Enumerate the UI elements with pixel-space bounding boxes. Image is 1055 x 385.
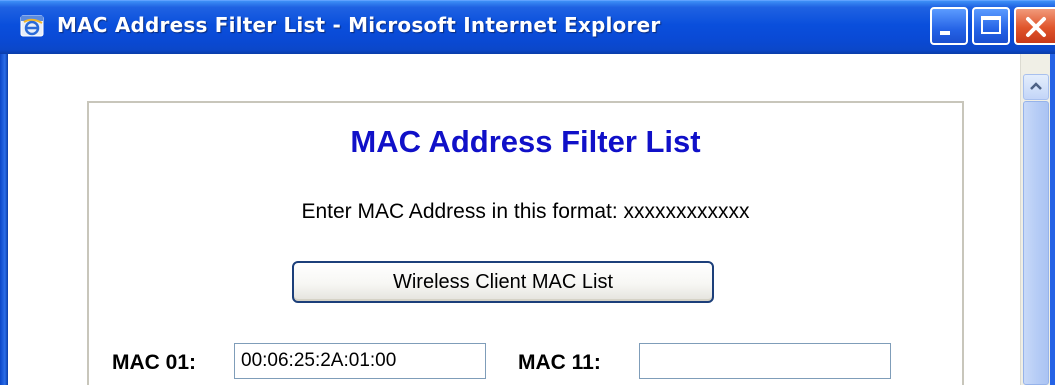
close-icon — [1026, 17, 1046, 37]
title-bar[interactable]: MAC Address Filter List - Microsoft Inte… — [0, 0, 1055, 54]
minimize-button[interactable] — [930, 7, 968, 45]
scrollbar-thumb[interactable] — [1023, 101, 1049, 385]
ie-popup-window: MAC Address Filter List - Microsoft Inte… — [0, 0, 1055, 385]
window-title: MAC Address Filter List - Microsoft Inte… — [57, 13, 661, 37]
maximize-icon — [981, 16, 1001, 34]
close-button[interactable] — [1014, 7, 1055, 45]
minimize-icon — [940, 31, 950, 35]
wireless-client-mac-list-button[interactable]: Wireless Client MAC List — [292, 261, 714, 303]
mac-01-label: MAC 01: — [112, 351, 197, 374]
window-frame-right — [1050, 54, 1055, 385]
chevron-up-icon — [1030, 82, 1042, 90]
page-content: MAC Address Filter List Enter MAC Addres… — [8, 54, 1020, 385]
scroll-up-button[interactable] — [1023, 74, 1049, 100]
mac-01-input[interactable] — [234, 343, 486, 379]
page-title: MAC Address Filter List — [350, 124, 701, 159]
format-hint: Enter MAC Address in this format: xxxxxx… — [301, 200, 750, 223]
vertical-scrollbar[interactable] — [1020, 54, 1050, 385]
maximize-button[interactable] — [972, 7, 1010, 45]
mac-11-label: MAC 11: — [518, 351, 601, 374]
mac-filter-panel: MAC Address Filter List Enter MAC Addres… — [87, 101, 964, 385]
mac-11-input[interactable] — [639, 343, 891, 379]
ie-icon — [20, 15, 44, 37]
window-frame-left — [0, 54, 8, 385]
